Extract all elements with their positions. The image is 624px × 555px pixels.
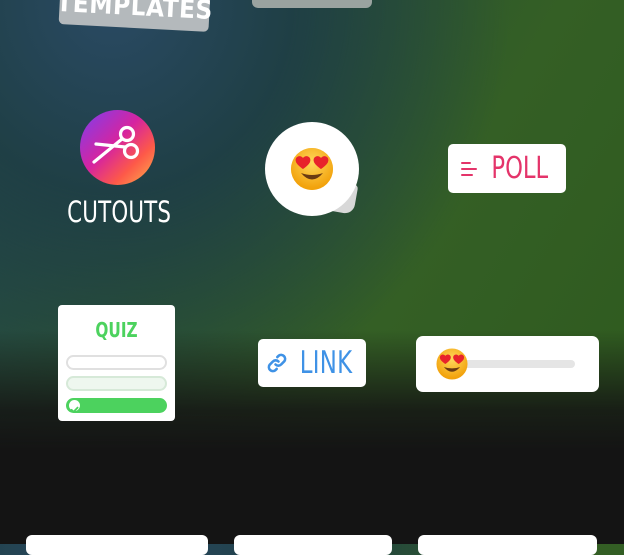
checkmark-icon xyxy=(69,400,80,413)
poll-sticker[interactable]: POLL xyxy=(448,144,566,193)
poll-lines-icon xyxy=(461,161,478,176)
quiz-title: QUIZ xyxy=(95,318,138,342)
sticker-partial-bottom-left[interactable] xyxy=(26,535,208,555)
link-sticker[interactable]: LINK xyxy=(258,339,366,387)
scissors-icon xyxy=(92,125,140,164)
link-icon xyxy=(267,353,287,373)
quiz-option xyxy=(66,355,167,370)
cutouts-sticker[interactable] xyxy=(80,110,155,185)
sticker-partial-bottom-middle[interactable] xyxy=(234,535,392,555)
sticker-partial-bottom-right[interactable] xyxy=(418,535,597,555)
link-label: LINK xyxy=(299,345,353,381)
templates-sticker[interactable]: TEMPLATES xyxy=(55,0,214,32)
quiz-option xyxy=(66,376,167,391)
slider-handle[interactable] xyxy=(435,347,469,385)
sticker-partial-top-middle[interactable] xyxy=(252,0,372,8)
templates-label: TEMPLATES xyxy=(55,0,214,27)
quiz-option-correct xyxy=(66,398,167,413)
quiz-sticker[interactable]: QUIZ xyxy=(58,305,175,421)
poll-label: POLL xyxy=(491,151,549,186)
emoji-reaction-sticker[interactable] xyxy=(265,122,359,216)
cutouts-label: CUTOUTS xyxy=(67,195,172,229)
emoji-slider-sticker[interactable] xyxy=(416,336,599,392)
heart-eyes-emoji-icon xyxy=(436,348,468,380)
heart-eyes-emoji-icon xyxy=(291,148,333,190)
